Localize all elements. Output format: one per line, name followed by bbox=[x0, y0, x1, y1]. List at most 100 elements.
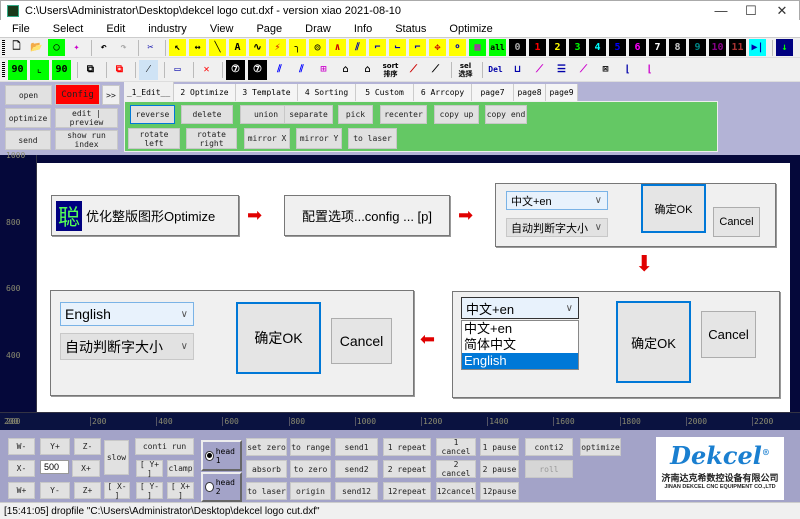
open-folder-icon[interactable]: 📂 bbox=[28, 39, 45, 56]
menu-file[interactable]: File bbox=[0, 23, 30, 35]
edit-copy-end-button[interactable]: copy end bbox=[485, 105, 527, 124]
edit-pick-button[interactable]: pick bbox=[338, 105, 373, 124]
head2-radio[interactable]: head 2 bbox=[201, 472, 242, 502]
edit-recenter-button[interactable]: recenter bbox=[380, 105, 427, 124]
menu-status[interactable]: Status bbox=[383, 23, 426, 35]
curve-a-icon[interactable]: ⟋ bbox=[404, 59, 423, 80]
language-select[interactable]: 中文+en ∨ bbox=[506, 191, 608, 210]
down-arrow-icon[interactable]: ↓ bbox=[776, 39, 793, 56]
lead2-icon[interactable]: ⌊ bbox=[640, 59, 659, 80]
jog-x-plus-button[interactable]: X+ bbox=[72, 460, 100, 477]
absorb-button[interactable]: absorb bbox=[246, 460, 287, 478]
minimize-button[interactable]: — bbox=[706, 3, 736, 18]
cancel-button[interactable]: Cancel bbox=[701, 311, 756, 358]
edit-to-laser-button[interactable]: to laser bbox=[348, 128, 397, 149]
jog-speed-input[interactable] bbox=[40, 460, 69, 474]
ok-button[interactable]: 确定OK bbox=[616, 301, 691, 383]
open-star-icon[interactable]: ✦ bbox=[68, 39, 85, 56]
menu-info[interactable]: Info bbox=[342, 23, 372, 35]
layer-11-icon[interactable]: 11 bbox=[729, 39, 746, 56]
circle-icon[interactable]: ◎ bbox=[309, 39, 326, 56]
edit-rotate-left-button[interactable]: rotate left bbox=[128, 128, 180, 149]
menu-edit[interactable]: Edit bbox=[94, 23, 125, 35]
layer-2-icon[interactable]: 2 bbox=[549, 39, 566, 56]
2-pause-button[interactable]: 2 pause bbox=[480, 460, 519, 478]
u-node-icon[interactable]: ⊔ bbox=[508, 59, 527, 80]
tab-2[interactable]: 3 Template bbox=[236, 84, 298, 101]
head1-radio[interactable]: head 1 bbox=[201, 440, 242, 471]
expand-button[interactable]: >> bbox=[102, 85, 120, 105]
font-size-select[interactable]: 自动判断字大小 ∨ bbox=[506, 218, 608, 237]
edit-delete-button[interactable]: delete bbox=[181, 105, 233, 124]
menu-industry[interactable]: industry bbox=[136, 23, 187, 35]
conti2-button[interactable]: conti2 bbox=[525, 438, 573, 456]
parallel1-icon[interactable]: ⫽ bbox=[270, 59, 289, 80]
menu-optimize[interactable]: Optimize bbox=[437, 23, 492, 35]
close-button[interactable]: ✕ bbox=[767, 3, 797, 19]
2-repeat-button[interactable]: 2 repeat bbox=[383, 460, 431, 478]
edit-mirror-Y-button[interactable]: mirror Y bbox=[296, 128, 342, 149]
send1-button[interactable]: send1 bbox=[335, 438, 378, 456]
language-select[interactable]: English ∨ bbox=[60, 302, 194, 326]
ok-button[interactable]: 确定OK bbox=[236, 302, 321, 374]
2-cancel-button[interactable]: 2 cancel bbox=[436, 460, 476, 478]
edit-reverse-button[interactable]: reverse bbox=[130, 105, 175, 124]
optimize-run-button[interactable]: optimize bbox=[580, 438, 621, 456]
lead1-icon[interactable]: ⌊ bbox=[618, 59, 637, 80]
layer-5-icon[interactable]: 5 bbox=[609, 39, 626, 56]
1-repeat-button[interactable]: 1 repeat bbox=[383, 438, 431, 456]
open-button[interactable]: open bbox=[5, 85, 52, 105]
optimize-button[interactable]: optimize bbox=[5, 108, 51, 128]
rotate-90-right-icon[interactable]: 90 bbox=[52, 59, 71, 80]
edit-mirror-X-button[interactable]: mirror X bbox=[244, 128, 290, 149]
slow-button[interactable]: slow bbox=[104, 440, 129, 475]
language-select[interactable]: 中文+en ∨ bbox=[461, 297, 579, 319]
show-run-index-button[interactable]: show run index bbox=[55, 130, 118, 150]
send12-button[interactable]: send12 bbox=[335, 482, 378, 500]
tab-3[interactable]: 4 Sorting bbox=[298, 84, 356, 101]
curve-b-icon[interactable]: ⟋ bbox=[426, 59, 445, 80]
angle-icon[interactable]: ∧ bbox=[329, 39, 346, 56]
menu-view[interactable]: View bbox=[198, 23, 234, 35]
tab-7[interactable]: page8 bbox=[514, 84, 546, 101]
edit-copy-up-button[interactable]: copy up bbox=[434, 105, 479, 124]
tab-5[interactable]: 6 Arrcopy bbox=[414, 84, 472, 101]
parallel2-icon[interactable]: ⫽ bbox=[292, 59, 311, 80]
cancel-button[interactable]: Cancel bbox=[713, 207, 760, 237]
layer-1-icon[interactable]: 1 bbox=[529, 39, 546, 56]
text-icon[interactable]: A bbox=[229, 39, 246, 56]
redo-icon[interactable]: ↷ bbox=[115, 39, 132, 56]
set-zero-button[interactable]: set zero bbox=[246, 438, 287, 456]
jog-y-plus-button[interactable]: Y+ bbox=[40, 438, 70, 455]
layer-3-icon[interactable]: 3 bbox=[569, 39, 586, 56]
language-option[interactable]: 简体中文 bbox=[462, 337, 578, 353]
shrink-icon[interactable]: ⊠ bbox=[596, 59, 615, 80]
grid-icon[interactable]: ▦ bbox=[469, 39, 486, 56]
edit-rotate-right-button[interactable]: rotate right bbox=[186, 128, 237, 149]
corner-icon[interactable]: ╮ bbox=[289, 39, 306, 56]
maximize-button[interactable]: ☐ bbox=[736, 3, 766, 19]
jog-w-minus-button[interactable]: W- bbox=[8, 438, 35, 455]
delete-copy-icon[interactable]: ⧉ bbox=[110, 59, 129, 80]
jog-z-plus-button[interactable]: Z+ bbox=[74, 482, 101, 499]
play-end-icon[interactable]: ▶| bbox=[749, 39, 766, 56]
circle-7b-icon[interactable]: ⑦ bbox=[248, 59, 267, 80]
jog-y-minus-button[interactable]: Y- bbox=[40, 482, 70, 499]
jog-z-minus-button[interactable]: Z- bbox=[74, 438, 101, 455]
ok-button[interactable]: 确定OK bbox=[641, 184, 706, 233]
slash-icon[interactable]: ⫽ bbox=[349, 39, 366, 56]
all-icon[interactable]: all bbox=[489, 39, 506, 56]
language-option[interactable]: 中文+en bbox=[462, 321, 578, 337]
node1-icon[interactable]: ⌐ bbox=[369, 39, 386, 56]
conti-run-button[interactable]: conti run bbox=[135, 438, 194, 455]
new-file-icon[interactable]: 🗋 bbox=[8, 39, 25, 56]
1-pause-button[interactable]: 1 pause bbox=[480, 438, 519, 456]
del-icon[interactable]: Del bbox=[486, 59, 505, 80]
x-minus-bracket-button[interactable]: [ X- ] bbox=[104, 482, 130, 500]
menu-select[interactable]: Select bbox=[41, 23, 84, 35]
language-option[interactable]: English bbox=[462, 353, 578, 369]
wave-icon[interactable]: ∿ bbox=[249, 39, 266, 56]
nodes-grid-icon[interactable]: ⊞ bbox=[314, 59, 333, 80]
move-icon[interactable]: ✥ bbox=[429, 39, 446, 56]
jog-x-minus-button[interactable]: X- bbox=[8, 460, 35, 477]
